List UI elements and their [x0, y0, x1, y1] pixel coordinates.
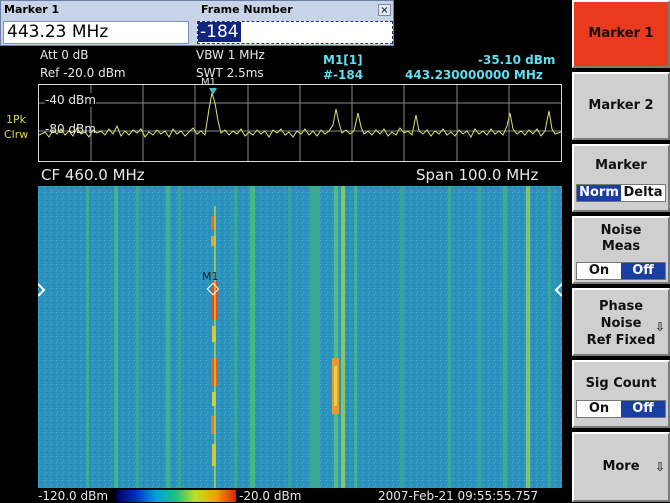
frame-number-value: -184 [198, 22, 241, 42]
submenu-arrow-icon: ⇩ [654, 320, 665, 334]
noise-meas-softkey[interactable]: Noise Meas On Off [572, 216, 670, 284]
detector-label: 1Pk [6, 113, 27, 126]
marker2-label: Marker 2 [588, 98, 654, 113]
marker-norm-delta-softkey[interactable]: Marker Norm Delta [572, 144, 670, 212]
noise-on-option[interactable]: On [577, 263, 621, 279]
marker-frequency-readout: 443.230000000 MHz [405, 68, 543, 82]
center-frequency: CF 460.0 MHz [41, 166, 145, 184]
marker1-softkey[interactable]: Marker 1 [572, 0, 670, 68]
delta-option[interactable]: Delta [621, 185, 665, 201]
attenuation-readout: Att 0 dB [40, 48, 89, 62]
spectrogram-marker-tag: M1 [202, 270, 219, 283]
noise-meas-line1: Noise [600, 223, 642, 238]
trace-level-mid: -80 dBm [45, 122, 96, 136]
trace-marker-tag: M1 [201, 77, 216, 88]
marker-frequency-field[interactable]: 443.23 MHz [3, 21, 189, 44]
trace-display[interactable]: -40 dBm -80 dBm M1 [38, 77, 562, 162]
marker-dialog-title: Marker 1 [4, 3, 60, 16]
spectrogram-display[interactable]: M1 [38, 186, 562, 488]
noise-meas-toggle[interactable]: On Off [576, 262, 666, 280]
frame-number-title: Frame Number [201, 3, 293, 16]
sig-on-option[interactable]: On [577, 401, 621, 417]
noise-meas-line2: Meas [601, 239, 641, 254]
analyzer-screen: Marker 1 Frame Number × 443.23 MHz -184 … [0, 0, 572, 503]
close-icon[interactable]: × [378, 4, 391, 16]
reference-level-readout: Ref -20.0 dBm [40, 66, 126, 80]
sig-count-toggle[interactable]: On Off [576, 400, 666, 418]
marker-frame-dialog: Marker 1 Frame Number × 443.23 MHz -184 [0, 0, 394, 46]
marker-level-readout: -35.10 dBm [478, 53, 556, 67]
phase-noise-softkey[interactable]: Phase Noise Ref Fixed ⇩ [572, 288, 670, 356]
marker-label: Marker [595, 158, 647, 173]
phase-noise-line1: Phase [598, 299, 644, 314]
norm-option[interactable]: Norm [577, 185, 621, 201]
more-arrow-icon: ⇩ [654, 460, 665, 474]
frequency-span: Span 100.0 MHz [416, 166, 539, 184]
phase-noise-line3: Ref Fixed [586, 333, 656, 348]
marker2-softkey[interactable]: Marker 2 [572, 72, 670, 140]
more-label: More [602, 459, 640, 474]
marker1-label: Marker 1 [588, 26, 654, 41]
sig-count-softkey[interactable]: Sig Count On Off [572, 360, 670, 428]
marker-label: M1[1] [323, 53, 363, 67]
marker-frame-readout: #-184 [323, 68, 364, 82]
scale-max-label: -20.0 dBm [239, 489, 302, 503]
color-scale-bar [116, 490, 236, 502]
norm-delta-toggle[interactable]: Norm Delta [576, 184, 666, 202]
trace-level-top: -40 dBm [45, 93, 96, 107]
sig-off-option[interactable]: Off [621, 401, 665, 417]
more-softkey[interactable]: More ⇩ [572, 432, 670, 502]
scale-min-label: -120.0 dBm [38, 489, 109, 503]
trace-mode-label: Clrw [4, 128, 29, 141]
spectrogram-plot [38, 186, 562, 488]
timestamp: 2007-Feb-21 09:55:55.757 [378, 489, 539, 503]
frame-number-field[interactable]: -184 [197, 21, 393, 44]
trace-plot [39, 85, 561, 161]
sig-count-label: Sig Count [585, 376, 657, 391]
phase-noise-line2: Noise [600, 316, 642, 331]
noise-off-option[interactable]: Off [621, 263, 665, 279]
vbw-readout: VBW 1 MHz [196, 48, 265, 62]
